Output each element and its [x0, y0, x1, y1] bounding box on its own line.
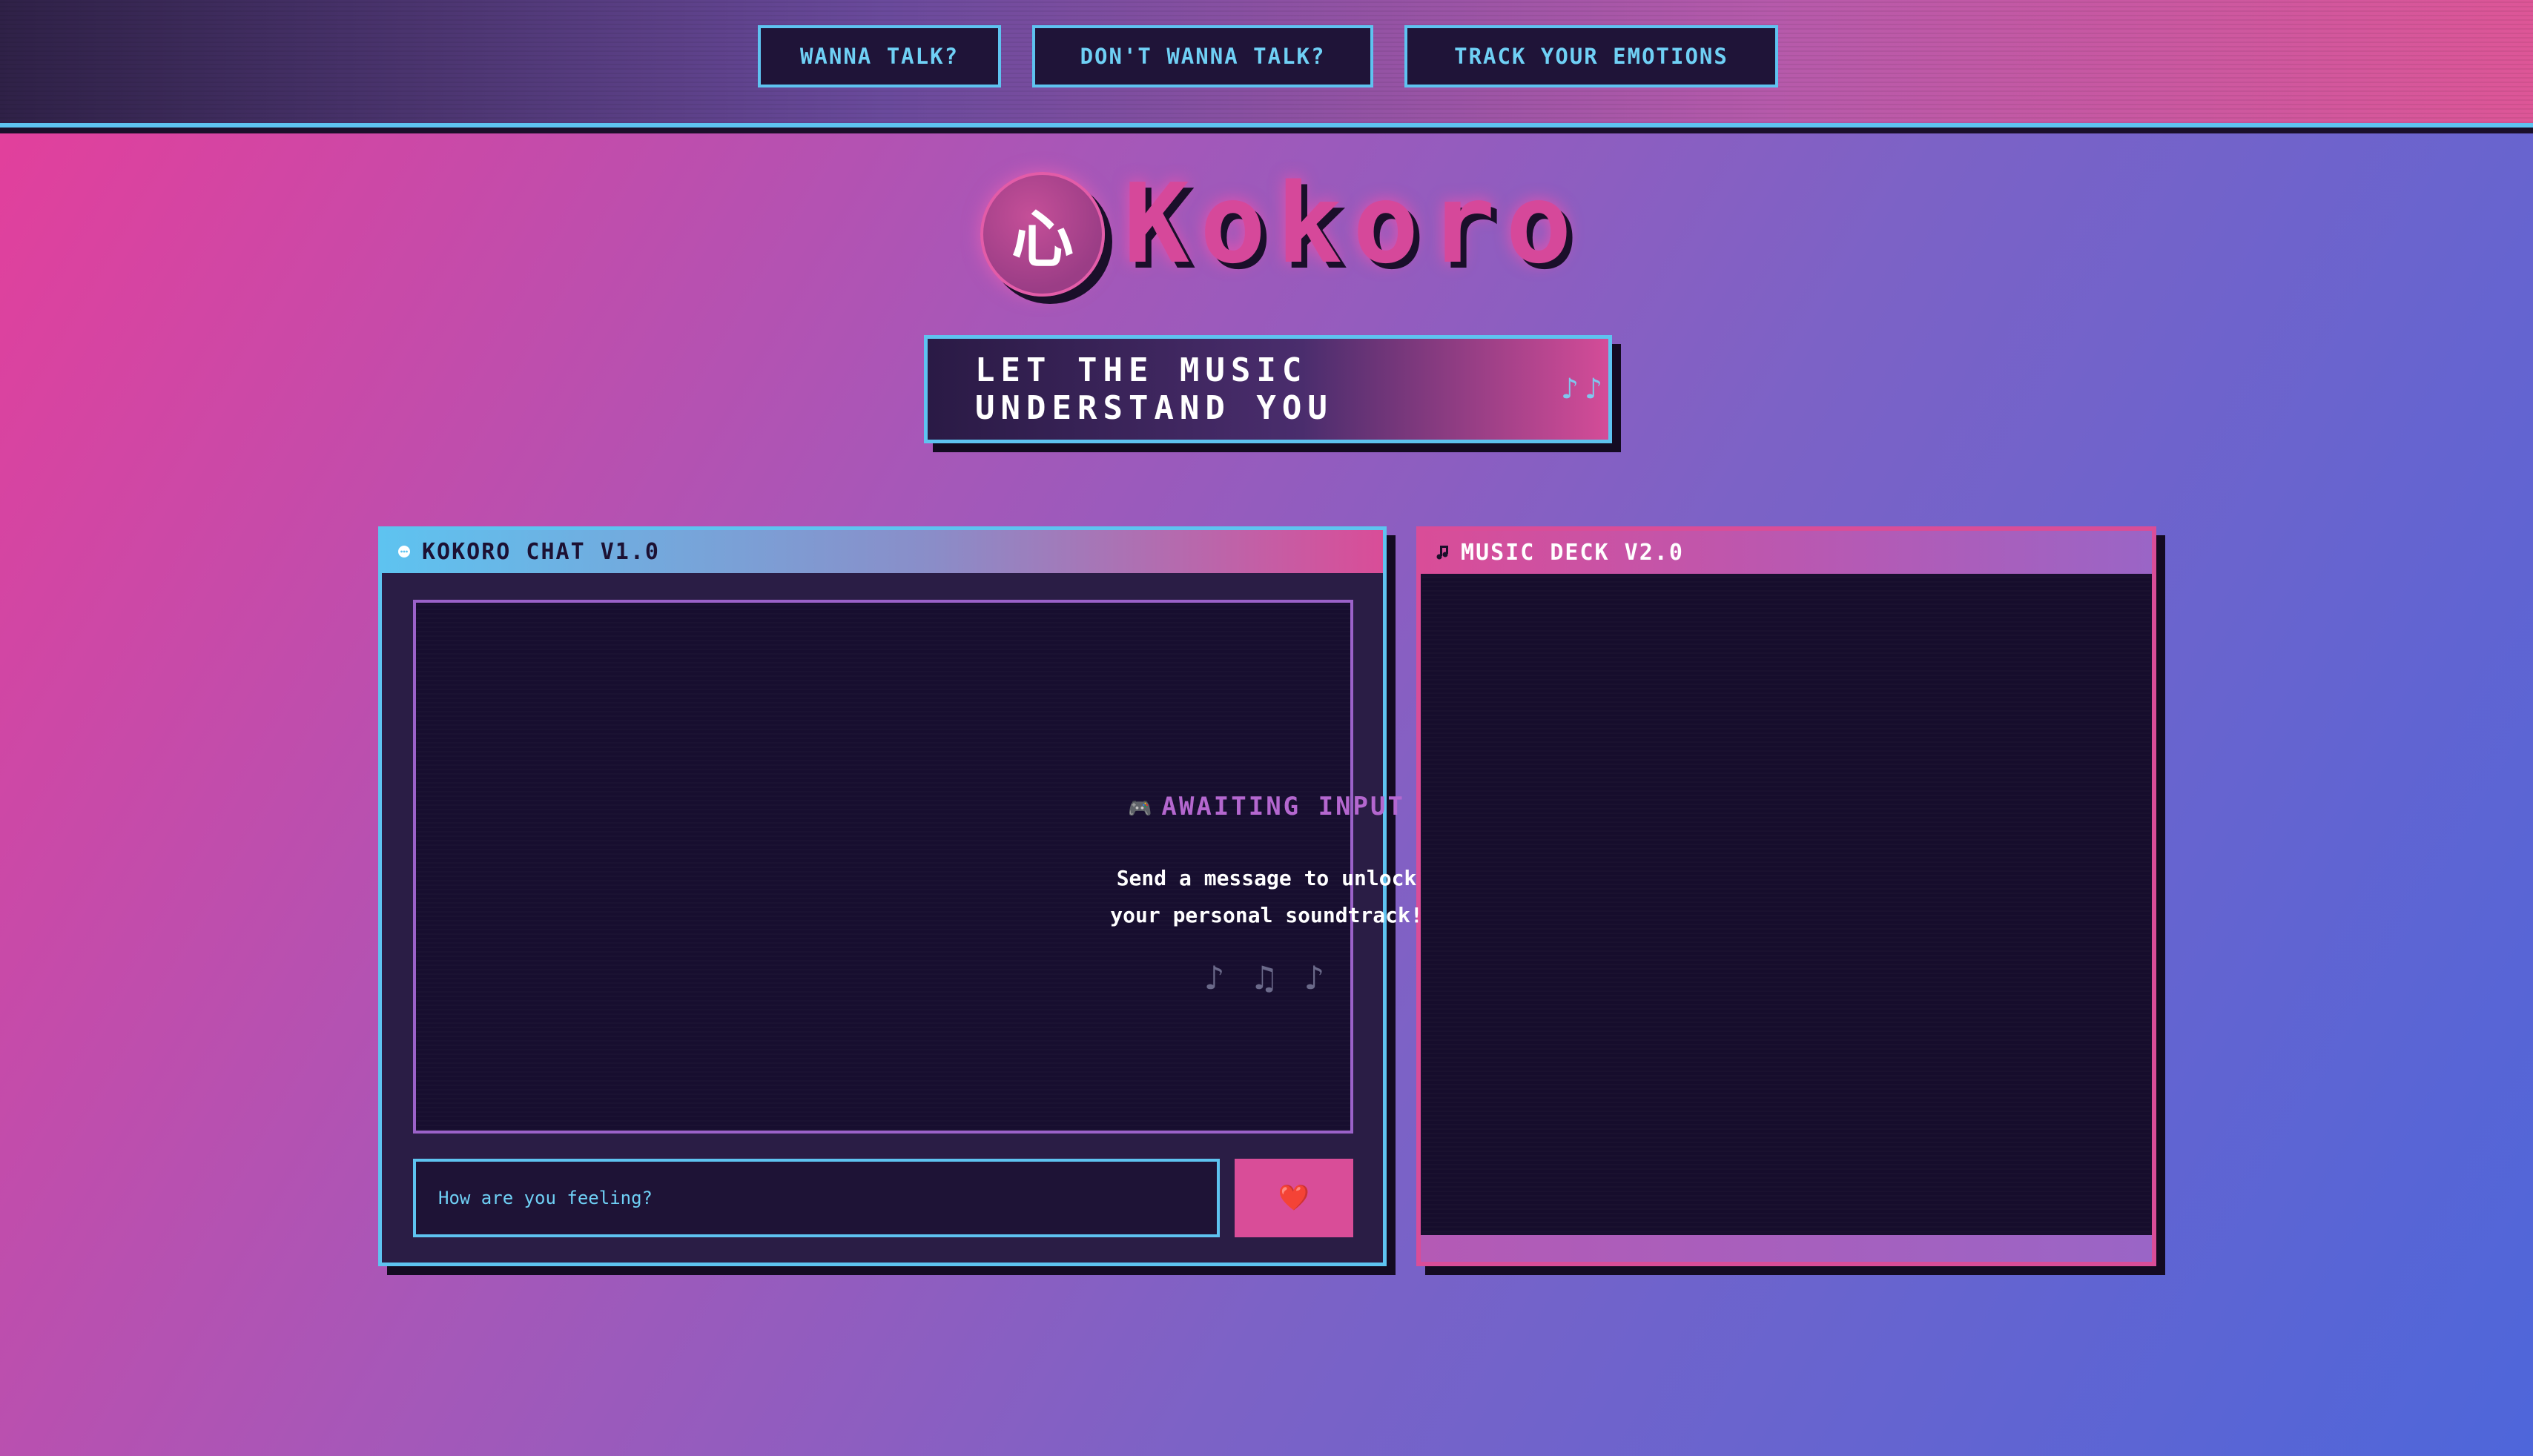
nav-track-emotions-button[interactable]: TRACK YOUR EMOTIONS — [1404, 25, 1778, 87]
nav-dont-wanna-talk-button[interactable]: DON'T WANNA TALK? — [1032, 25, 1373, 87]
chat-bubble-icon — [397, 544, 412, 559]
music-note-icon — [1436, 544, 1450, 560]
music-panel-title: MUSIC DECK V2.0 — [1461, 539, 1684, 566]
music-panel-titlebar: MUSIC DECK V2.0 — [1421, 531, 2152, 574]
logo-badge: 心 — [980, 172, 1105, 297]
awaiting-input-label: AWAITING INPUT — [1161, 792, 1405, 821]
unlock-message-line1: Send a message to unlock — [1116, 866, 1417, 890]
nav-wanna-talk-button[interactable]: WANNA TALK? — [758, 25, 1001, 87]
gamepad-icon: 🎮 — [1128, 798, 1155, 820]
chat-message-input[interactable] — [413, 1159, 1220, 1237]
heart-icon: ❤️ — [1278, 1184, 1310, 1212]
chat-panel-titlebar: KOKORO CHAT V1.0 — [382, 530, 1383, 573]
top-nav: WANNA TALK? DON'T WANNA TALK? TRACK YOUR… — [0, 0, 2533, 128]
unlock-message: Send a message to unlock your personal s… — [0, 860, 2533, 934]
logo-glyph: 心 — [1011, 202, 1074, 276]
tagline-text: LET THE MUSIC UNDERSTAND YOU — [975, 351, 1333, 427]
music-deck-footer-bar — [1421, 1235, 2152, 1262]
tagline-music-notes-icon: ♪♪ — [1560, 372, 1608, 406]
awaiting-input-status: 🎮 AWAITING INPUT — [0, 792, 2533, 821]
unlock-message-line2: your personal soundtrack! — [1110, 903, 1423, 927]
send-button[interactable]: ❤️ — [1235, 1159, 1353, 1237]
tagline-banner: LET THE MUSIC UNDERSTAND YOU ♪♪ — [924, 335, 1612, 443]
chat-panel-title: KOKORO CHAT V1.0 — [422, 538, 660, 565]
music-notes-icon: ♪ ♫ ♪ — [1203, 958, 1330, 998]
brand-title: Kokoro — [1123, 160, 1582, 288]
